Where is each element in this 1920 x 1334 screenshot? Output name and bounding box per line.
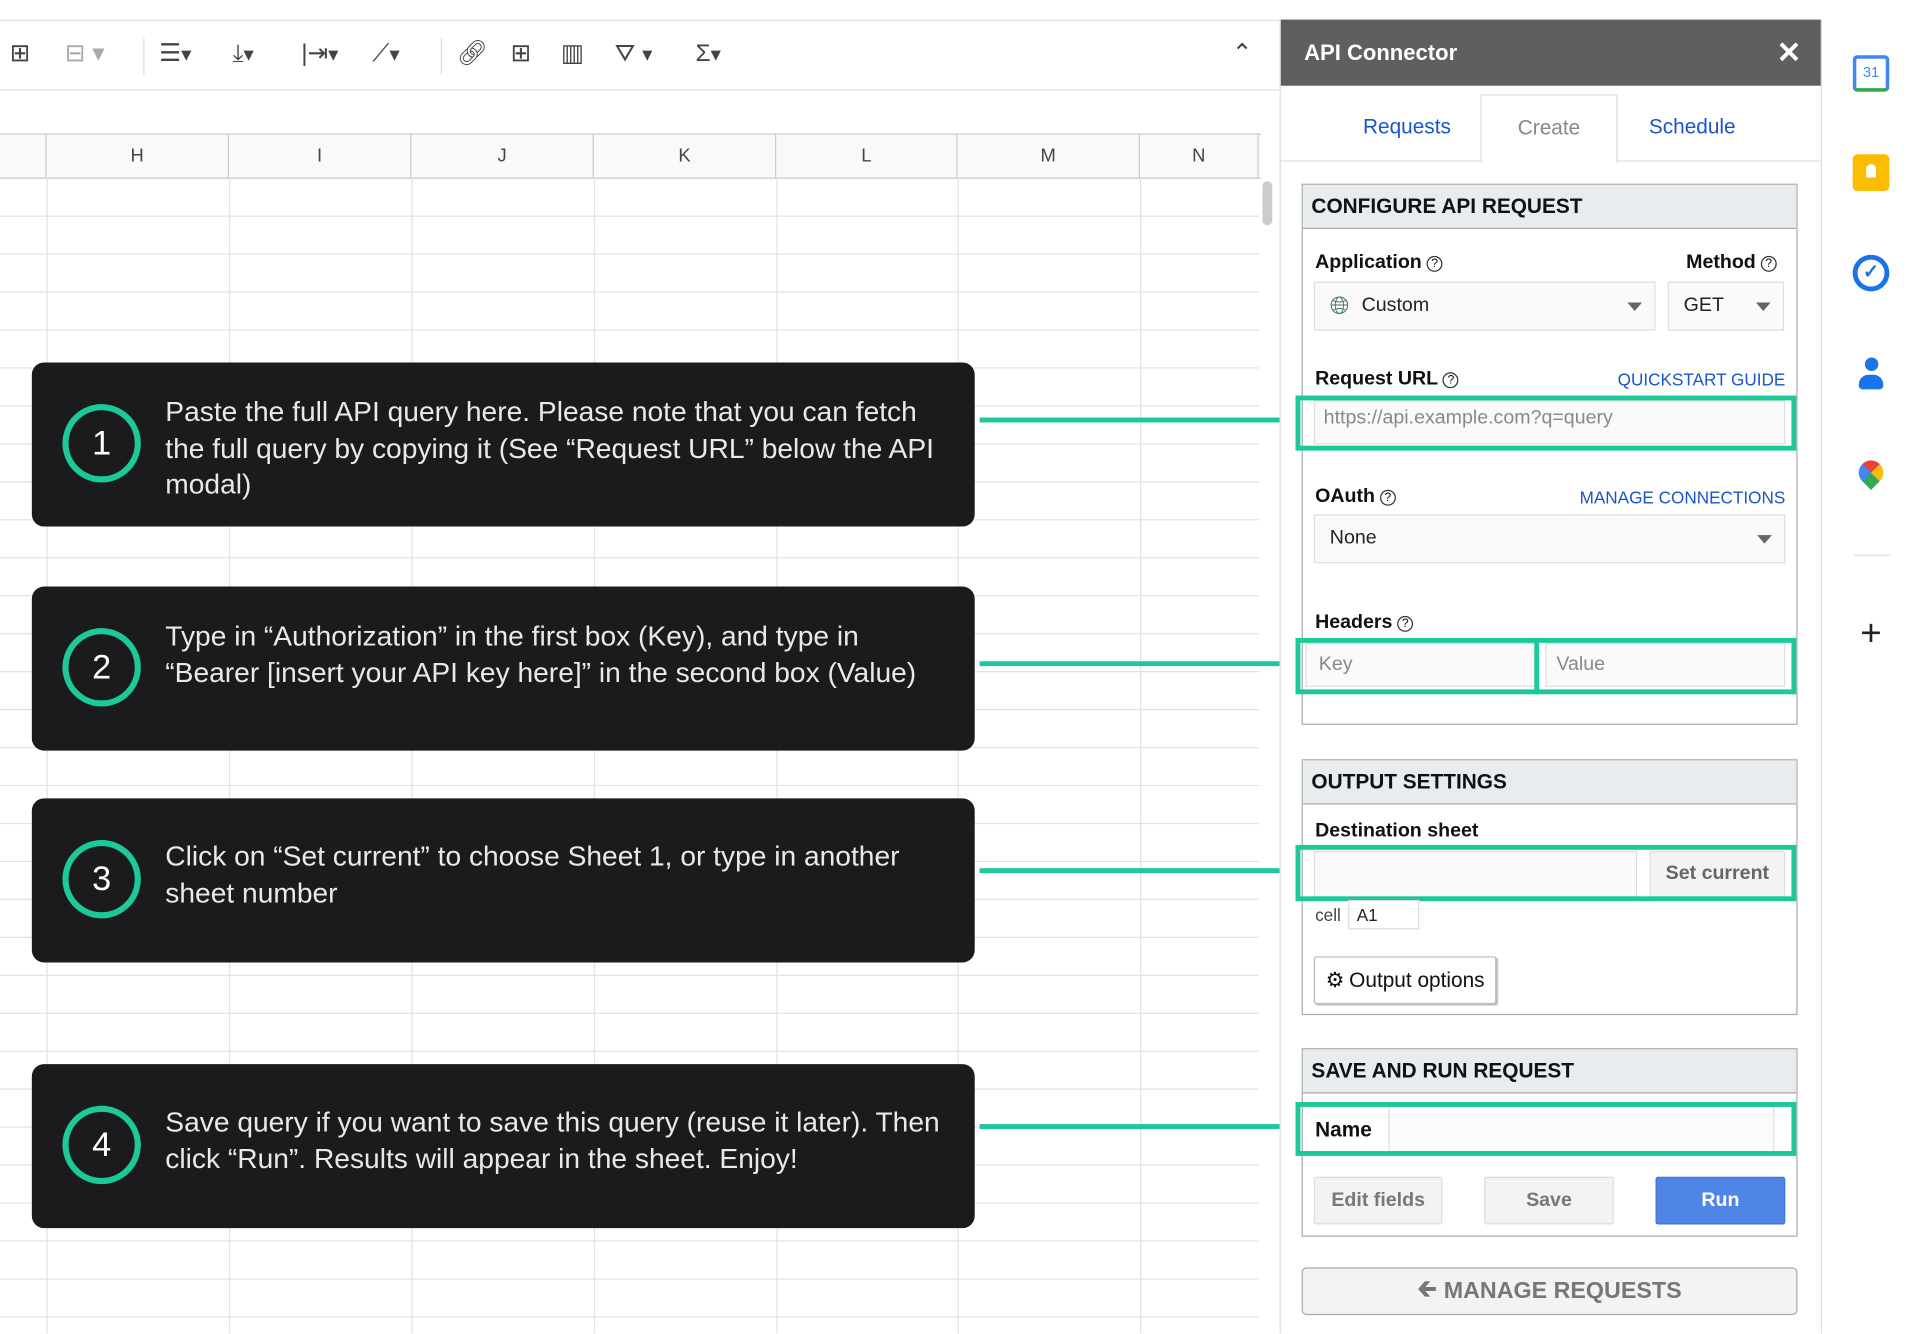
run-button[interactable]: Run	[1655, 1176, 1786, 1225]
grid-row-line	[0, 1316, 1259, 1318]
method-select[interactable]: GET	[1667, 281, 1785, 331]
highlight-headers	[1295, 637, 1797, 695]
section-heading: SAVE AND RUN REQUEST	[1302, 1049, 1797, 1094]
manage-requests-button[interactable]: 🡰 MANAGE REQUESTS	[1301, 1267, 1798, 1316]
headers-label: Headers?	[1315, 612, 1414, 634]
maps-icon[interactable]	[1853, 455, 1890, 495]
panel-header: API Connector ✕	[1280, 19, 1821, 86]
oauth-select[interactable]: None	[1313, 514, 1786, 564]
application-label: Application?	[1315, 252, 1443, 274]
grid-row-line	[0, 557, 1259, 559]
chevron-down-icon	[1627, 302, 1643, 312]
help-icon[interactable]: ?	[1379, 489, 1396, 506]
gear-icon: ⚙	[1325, 967, 1345, 992]
grid-row-line	[0, 329, 1259, 331]
callout-1: 1 Paste the full API query here. Please n…	[31, 362, 975, 527]
manage-connections-link[interactable]: MANAGE CONNECTIONS	[1580, 487, 1786, 507]
step-number: 4	[62, 1105, 141, 1185]
chevron-down-icon	[1757, 535, 1772, 544]
help-icon[interactable]: ?	[1443, 372, 1459, 389]
application-select[interactable]: 🌐︎ Custom	[1313, 281, 1656, 331]
highlight-name	[1295, 1102, 1797, 1156]
arrow-left-icon: 🡰	[1417, 1276, 1437, 1303]
chevron-down-icon	[1755, 302, 1771, 312]
oauth-label: OAuth?	[1315, 486, 1396, 508]
scrollbar[interactable]	[1259, 179, 1276, 228]
grid-column-line	[1140, 177, 1142, 1334]
callout-3: 3 Click on “Set current” to choose Sheet …	[31, 798, 975, 963]
highlight-request-url	[1295, 395, 1797, 451]
contacts-icon[interactable]	[1853, 357, 1890, 395]
grid-row-line	[0, 1012, 1259, 1014]
edit-fields-button[interactable]: Edit fields	[1313, 1176, 1443, 1225]
callout-2: 2 Type in “Authorization” in the first bo…	[31, 586, 975, 751]
step-number: 2	[62, 628, 141, 707]
grid-row-line	[0, 1050, 1259, 1052]
section-heading: OUTPUT SETTINGS	[1302, 760, 1797, 805]
callout-text: Paste the full API query here. Please no…	[165, 395, 934, 500]
callout-text: Save query if you want to save this quer…	[165, 1105, 940, 1174]
tab-schedule[interactable]: Schedule	[1619, 115, 1766, 139]
add-icon[interactable]: +	[1853, 615, 1890, 653]
close-icon[interactable]: ✕	[1777, 36, 1802, 72]
keep-icon[interactable]	[1852, 154, 1890, 192]
callout-text: Click on “Set current” to choose Sheet 1…	[165, 840, 900, 908]
grid-row-line	[0, 974, 1259, 976]
save-button[interactable]: Save	[1484, 1176, 1614, 1225]
grid-row-line	[0, 784, 1259, 787]
grid-row-line	[0, 215, 1259, 217]
tasks-icon[interactable]: ✓	[1852, 254, 1890, 292]
grid-row-line	[0, 291, 1259, 293]
globe-icon: 🌐︎	[1329, 292, 1350, 319]
callout-4: 4 Save query if you want to save this que…	[31, 1064, 975, 1229]
tab-label: Create	[1517, 116, 1581, 140]
calendar-icon[interactable]: 31	[1852, 55, 1890, 92]
grid-row-line	[0, 253, 1259, 255]
step-number: 3	[62, 840, 141, 919]
help-icon[interactable]: ?	[1397, 615, 1414, 632]
grid-row-line	[0, 1240, 1259, 1242]
destination-sheet-label: Destination sheet	[1315, 820, 1479, 842]
step-number: 1	[62, 404, 141, 483]
connector-line	[979, 661, 1296, 667]
cell-input[interactable]: A1	[1348, 900, 1420, 930]
tab-requests[interactable]: Requests	[1335, 115, 1479, 139]
connector-line	[979, 1124, 1296, 1129]
quickstart-guide-link[interactable]: QUICKSTART GUIDE	[1618, 370, 1786, 390]
output-options-button[interactable]: ⚙ Output options	[1313, 956, 1497, 1005]
panel-title: API Connector	[1304, 40, 1458, 65]
callout-text: Type in “Authorization” in the first box…	[165, 619, 917, 688]
method-label: Method?	[1686, 252, 1777, 274]
help-icon[interactable]: ?	[1760, 255, 1777, 272]
grid-row-line	[0, 1278, 1259, 1280]
cell-label: cell	[1315, 904, 1341, 925]
highlight-destination	[1295, 844, 1797, 902]
request-url-label: Request URL?	[1315, 369, 1459, 391]
tab-create[interactable]: Create	[1480, 94, 1618, 163]
connector-line	[979, 868, 1296, 874]
connector-line	[979, 417, 1296, 423]
section-heading: CONFIGURE API REQUEST	[1302, 184, 1797, 229]
help-icon[interactable]: ?	[1426, 255, 1443, 272]
